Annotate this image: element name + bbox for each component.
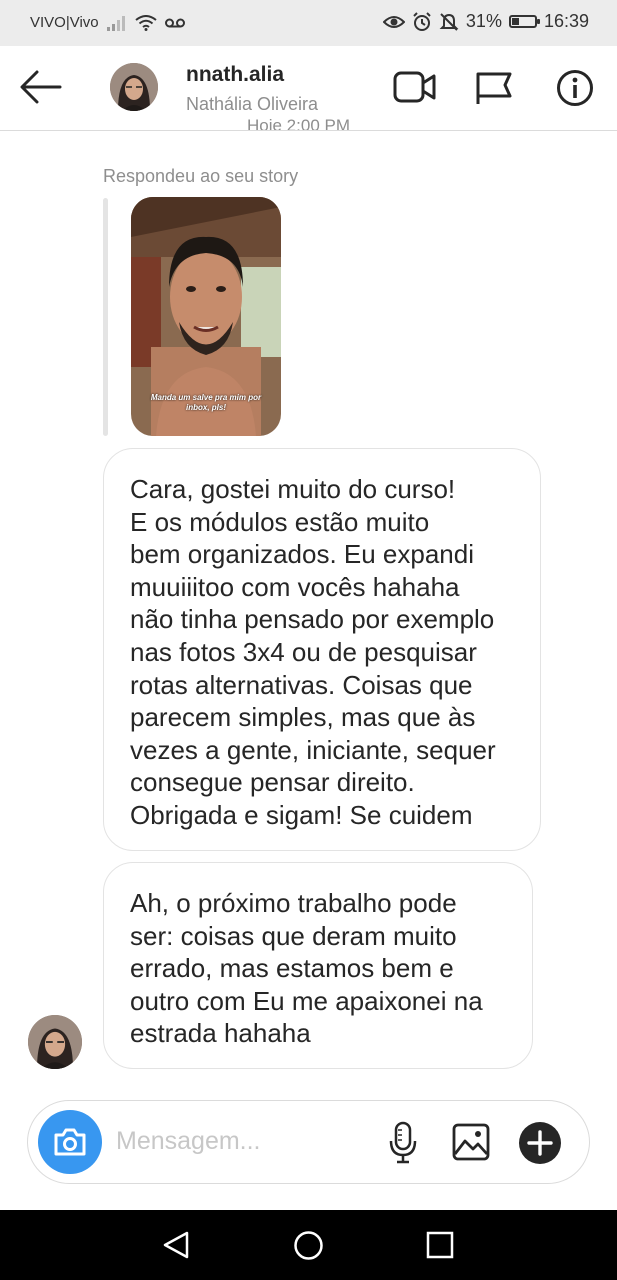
message-text-line: Cara, gostei muito do curso! (130, 474, 456, 504)
microphone-icon[interactable] (388, 1121, 418, 1165)
story-thumbnail[interactable]: Manda um salve pra mim por inbox, pls! (131, 197, 281, 436)
carrier-label: VIVO|Vivo (30, 14, 99, 31)
message-text-line: Obrigada e sigam! Se cuidem (130, 799, 473, 830)
info-icon[interactable] (556, 69, 594, 107)
message-text-line: vezes a gente, iniciante, sequer (130, 734, 496, 765)
avatar-image (28, 1015, 82, 1069)
message-text-line: errado, mas estamos bem e (130, 953, 454, 984)
clock: 16:39 (543, 11, 589, 31)
battery-percent: 31% (465, 11, 502, 31)
signal-icon (106, 15, 125, 31)
message-text-line: Ah, o próximo trabalho pode (130, 888, 457, 918)
alarm-icon (413, 11, 431, 31)
nav-recents-icon[interactable] (426, 1231, 454, 1259)
message-text-line: muuiiitoo com vocês hahaha (130, 571, 460, 602)
message-text-line: estrada hahaha (130, 1018, 311, 1049)
story-reply-label: Respondeu ao seu story (103, 166, 299, 186)
add-circle-icon[interactable] (519, 1122, 561, 1164)
video-camera-icon[interactable] (393, 70, 437, 104)
message-text-line: E os módulos estão muito (130, 506, 430, 537)
eye-icon (382, 15, 405, 28)
timestamp-divider: Hoje 2:00 PM (247, 116, 350, 130)
system-nav-bar (0, 1210, 617, 1280)
avatar-image (110, 63, 158, 111)
camera-icon (54, 1128, 86, 1156)
message-text-line: bem organizados. Eu expandi (130, 539, 475, 570)
voicemail-icon (164, 18, 185, 27)
message-composer: Mensagem... (27, 1100, 590, 1184)
message-text-line: outro com Eu me apaixonei na (130, 985, 483, 1016)
message-text-line: ser: coisas que deram muito (130, 920, 457, 951)
nav-back-icon[interactable] (162, 1230, 190, 1260)
camera-button[interactable] (38, 1110, 102, 1174)
message-text-line: consegue pensar direito. (130, 767, 415, 798)
mute-bell-icon (439, 12, 459, 31)
message-bubble[interactable]: Ah, o próximo trabalho pode ser: coisas q… (103, 862, 533, 1069)
wifi-icon (135, 14, 157, 31)
message-bubble[interactable]: Cara, gostei muito do curso! E os módulos… (103, 448, 541, 851)
message-text-line: não tinha pensado por exemplo (130, 604, 495, 635)
battery-icon (508, 15, 540, 28)
story-caption: Manda um salve pra mim por inbox, pls! (150, 393, 262, 412)
message-text-line: parecem simples, mas que às (130, 702, 476, 733)
nav-home-icon[interactable] (293, 1230, 324, 1261)
chat-username[interactable]: nnath.alia (186, 63, 284, 87)
status-left: VIVO|Vivo (30, 14, 185, 31)
status-right: 31% 16:39 (382, 11, 589, 32)
message-input[interactable]: Mensagem... (116, 1127, 261, 1156)
reply-quote-bar (103, 198, 108, 436)
status-bar: VIVO|Vivo 31% 16:39 (0, 0, 617, 46)
chat-full-name[interactable]: Nathália Oliveira (186, 94, 318, 115)
message-text-line: rotas alternativas. Coisas que (130, 669, 473, 700)
sender-avatar[interactable] (28, 1015, 82, 1069)
flag-icon[interactable] (475, 70, 513, 106)
back-arrow-icon[interactable] (20, 70, 62, 104)
message-text-line: nas fotos 3x4 ou de pesquisar (130, 636, 477, 667)
gallery-image-icon[interactable] (452, 1123, 490, 1161)
profile-avatar[interactable] (110, 63, 158, 111)
